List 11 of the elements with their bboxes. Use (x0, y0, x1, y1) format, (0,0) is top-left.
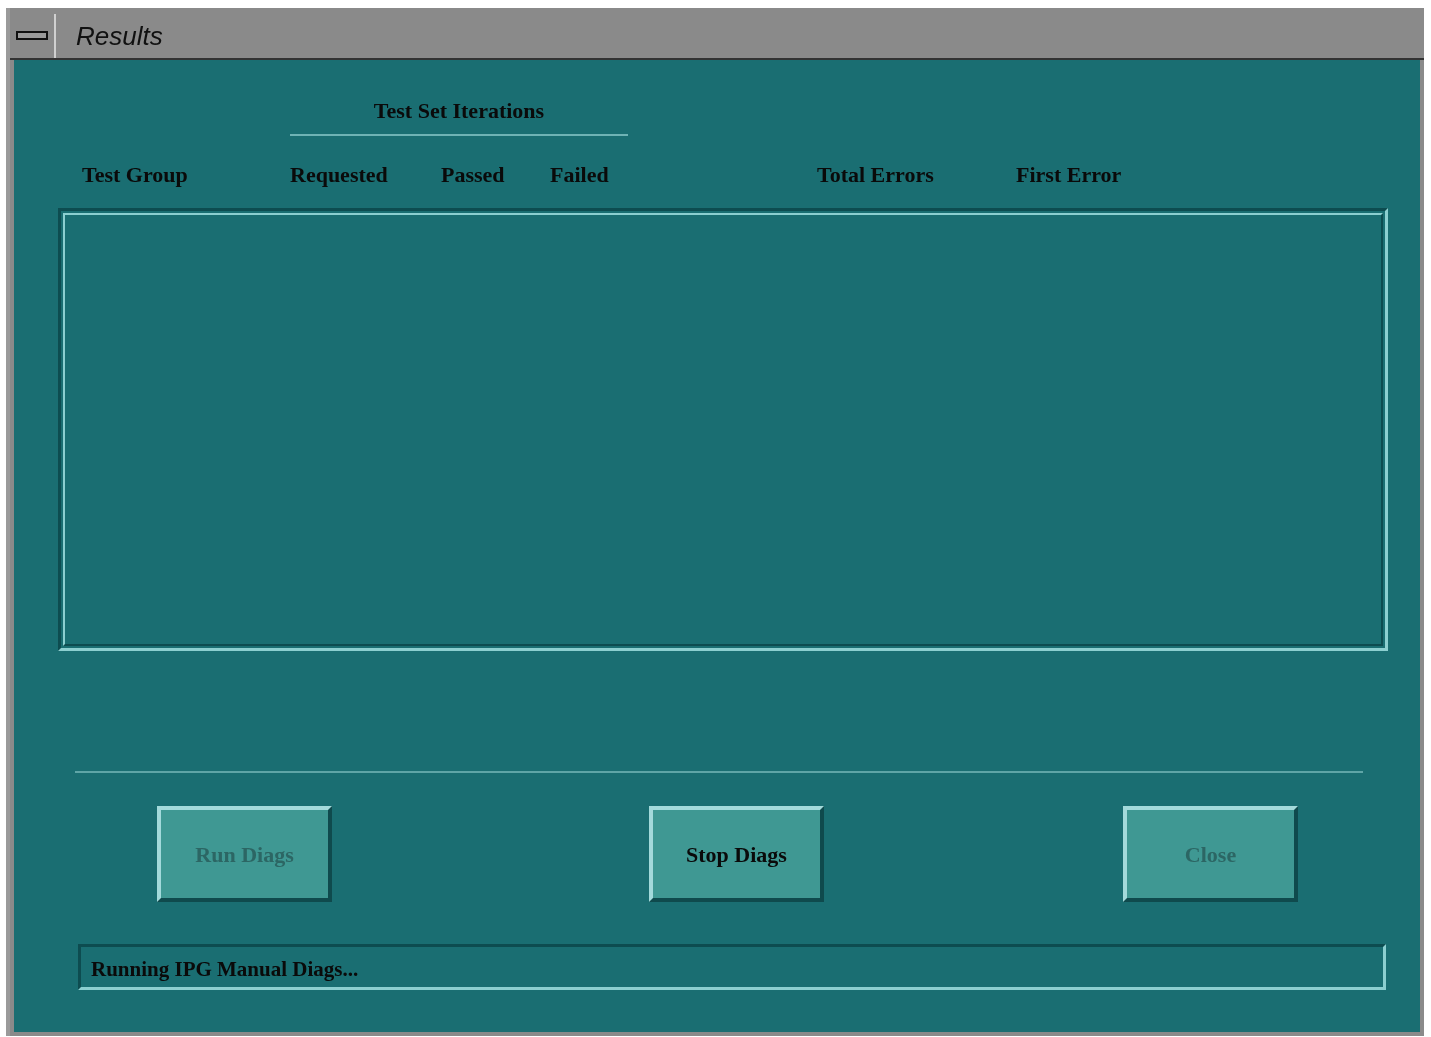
column-header: Total Errors (817, 162, 934, 187)
window-title: Results (76, 19, 163, 53)
column-header: First Error (1016, 162, 1122, 187)
column-header: Passed (441, 162, 505, 187)
column-header: Test Group (82, 162, 188, 187)
column-header: Failed (550, 162, 609, 187)
action-button[interactable]: Stop Diags (649, 806, 824, 902)
column-header: Requested (290, 162, 388, 187)
status-message: Running IPG Manual Diags... (91, 956, 359, 984)
column-group-heading: Test Set Iterations (373, 98, 545, 124)
window-menu-icon (16, 31, 48, 41)
